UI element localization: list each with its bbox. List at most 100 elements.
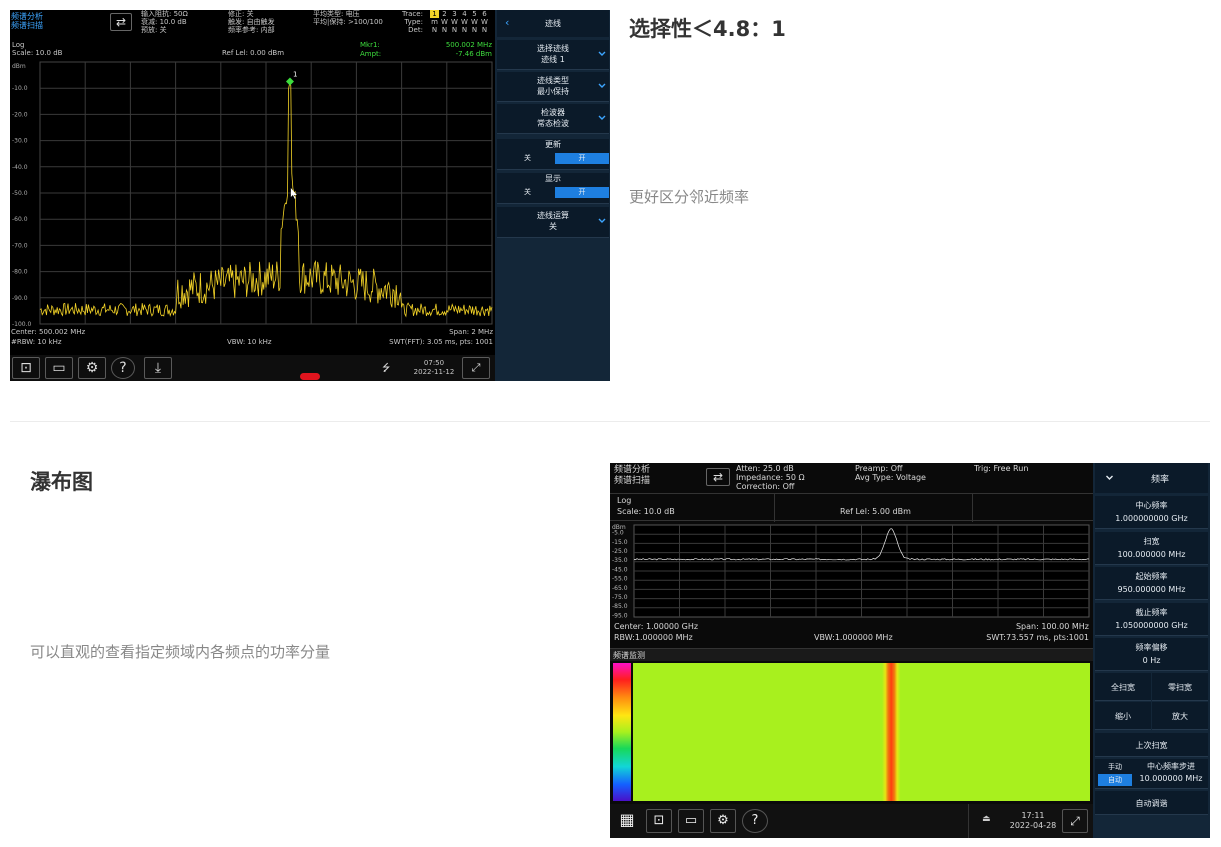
y-tick-label: -80.0 xyxy=(12,269,28,276)
display-on[interactable]: 开 xyxy=(555,187,609,198)
trace-math-button[interactable]: 迹线运算 关 xyxy=(497,207,609,238)
trace-5-det: N xyxy=(471,26,478,34)
settings-icon[interactable]: ⚙ xyxy=(78,357,106,379)
spectrum-plot[interactable]: dBm -10.0 -20.0 -30.0 -40.0 -50.0 -60.0 -70.0 -8… xyxy=(10,60,495,328)
full-span-button[interactable]: 全扫宽 xyxy=(1095,673,1151,701)
y-tick-label: -20.0 xyxy=(12,111,28,118)
trace-4-det: N xyxy=(461,26,468,34)
trace-status-grid: 123456mWWWWWNNNNNN xyxy=(430,10,494,36)
y-tick-label: -90.0 xyxy=(12,295,28,302)
update-on[interactable]: 开 xyxy=(555,153,609,164)
menu-item-4[interactable]: 截止频率 1.050000000 GHz xyxy=(1095,602,1208,636)
last-span-button[interactable]: 上次扫宽 xyxy=(1095,733,1208,757)
trace-6-type: W xyxy=(481,18,488,26)
update-toggle[interactable]: 更新 关 开 xyxy=(497,139,609,170)
manual-option[interactable]: 手动 xyxy=(1098,761,1132,773)
chevron-down-icon xyxy=(598,83,606,88)
trace-6-det: N xyxy=(481,26,488,34)
waterfall-header: 频谱监测 xyxy=(610,648,1093,661)
zero-span-button[interactable]: 零扫宽 xyxy=(1152,673,1208,701)
repeat-sweep-icon[interactable]: ⇄ xyxy=(110,13,132,31)
menu-item-label: 迹线类型 xyxy=(537,76,569,85)
trace-1-type: m xyxy=(431,18,438,26)
help-icon[interactable]: ? xyxy=(111,357,135,379)
input-settings: 输入阻抗: 50Ω 衰减: 10.0 dB 预放: 关 xyxy=(141,10,188,34)
menu-item-value: 0 Hz xyxy=(1142,656,1161,665)
display-toggle[interactable]: 显示 关 开 xyxy=(497,173,609,204)
trigger-settings: Trig: Free Run xyxy=(974,464,1029,473)
menu-item-5[interactable]: 频率偏移 0 Hz xyxy=(1095,638,1208,671)
settings-icon[interactable]: ⚙ xyxy=(710,809,736,833)
update-off[interactable]: 关 xyxy=(500,153,555,164)
trace-4-type: W xyxy=(461,18,468,26)
menu-item-label: 检波器 xyxy=(541,108,565,117)
menu-item-value: 1.050000000 GHz xyxy=(1115,620,1188,630)
fullscreen-icon[interactable]: ⤢ xyxy=(1062,809,1088,833)
vbw: VBW: 10 kHz xyxy=(227,338,272,346)
chevron-down-icon xyxy=(598,218,606,223)
zoom-in-button[interactable]: 放大 xyxy=(1152,702,1208,730)
section1-description: 更好区分邻近频率 xyxy=(629,188,750,206)
trace-4-num: 4 xyxy=(462,10,467,18)
usb-icon: ⏏ xyxy=(982,814,991,824)
menu-item-1[interactable]: 中心频率 1.000000000 GHz xyxy=(1095,496,1208,529)
repeat-sweep-icon[interactable]: ⇄ xyxy=(706,468,730,486)
ampt-label: Ampt: xyxy=(360,50,382,58)
menu-item-1[interactable]: 选择迹线 迹线 1 xyxy=(497,40,609,70)
trace-3-type: W xyxy=(451,18,458,26)
y-tick-label: -60.0 xyxy=(12,216,28,223)
chevron-down-icon xyxy=(598,115,606,120)
folder-icon[interactable]: ▭ xyxy=(678,809,704,833)
cf-step-button[interactable]: 手动 自动 中心频率步进 10.000000 MHz xyxy=(1095,759,1208,789)
chevron-down-icon[interactable] xyxy=(1105,474,1114,482)
trace-legend-labels: Trace: Type: Det: xyxy=(402,10,423,34)
menu-item-value: 950.000000 MHz xyxy=(1117,585,1186,594)
auto-tune-button[interactable]: 自动调谐 xyxy=(1095,791,1208,815)
trace-3-num: 3 xyxy=(452,10,457,18)
y-tick-label: -10.0 xyxy=(12,85,28,92)
menu-item-label: 频率偏移 xyxy=(1135,643,1168,652)
menu-item-3[interactable]: 检波器 常态检波 xyxy=(497,104,609,134)
spectrum-plot[interactable]: dBm-5.0-15.0-25.0-35.0-45.0-55.0-65.0-75… xyxy=(610,521,1093,621)
section2-title: 瀑布图 xyxy=(30,470,93,494)
grid-menu-icon[interactable]: ▦ xyxy=(614,809,640,833)
auto-option[interactable]: 自动 xyxy=(1098,774,1132,786)
menu-item-label: 扫宽 xyxy=(1143,536,1160,546)
screenshot-icon[interactable]: ⊡ xyxy=(646,809,672,833)
download-icon[interactable]: ⤓ xyxy=(144,357,172,379)
y-unit-label: dBm xyxy=(12,63,26,70)
rbw: RBW:1.000000 MHz xyxy=(614,633,693,642)
span: Span: 2 MHz xyxy=(449,328,493,336)
menu-item-2[interactable]: 扫宽 100.000000 MHz xyxy=(1095,531,1208,565)
status-header: 频谱分析 频谱扫描 ⇄ 输入阻抗: 50Ω 衰减: 10.0 dB 预放: 关 修… xyxy=(10,10,495,40)
y-tick-label: -85.0 xyxy=(612,603,628,610)
y-tick-label: -55.0 xyxy=(612,576,628,583)
menu-item-label: 中心频率 xyxy=(1135,501,1168,510)
y-tick-label: -25.0 xyxy=(612,548,628,555)
display-off[interactable]: 关 xyxy=(500,187,555,198)
folder-icon[interactable]: ▭ xyxy=(45,357,73,379)
y-tick-label: -100.0 xyxy=(12,321,32,328)
trace-math-value: 关 xyxy=(549,222,557,231)
waterfall-display[interactable] xyxy=(633,663,1090,801)
help-icon[interactable]: ? xyxy=(742,809,768,833)
bottom-toolbar: ⊡ ▭ ⚙ ? ⤓ ⭍ 07:50 2022-11-12 ⤢ xyxy=(10,355,495,381)
span: Span: 100.00 MHz xyxy=(1015,622,1089,631)
clock-date: 2022-04-28 xyxy=(1009,821,1057,830)
menu-item-value: 迹线 1 xyxy=(541,55,565,64)
zoom-out-button[interactable]: 缩小 xyxy=(1095,702,1151,730)
marker-label: Mkr1: xyxy=(360,41,380,49)
screenshot-icon[interactable]: ⊡ xyxy=(12,357,40,379)
menu-item-2[interactable]: 迹线类型 最小保持 xyxy=(497,72,609,102)
menu-item-3[interactable]: 起始频率 950.000000 MHz xyxy=(1095,567,1208,600)
trace-1-det: N xyxy=(431,26,438,34)
update-label: 更新 xyxy=(545,140,561,149)
menu-header: 频率 xyxy=(1095,463,1208,493)
fullscreen-icon[interactable]: ⤢ xyxy=(462,357,490,379)
y-tick-label: -50.0 xyxy=(12,190,28,197)
section-divider xyxy=(10,421,1210,422)
vbw: VBW:1.000000 MHz xyxy=(814,633,893,642)
y-tick-label: -5.0 xyxy=(612,530,624,537)
waterfall-label: 频谱监测 xyxy=(613,651,645,660)
bottom-toolbar: ▦ ⊡ ▭ ⚙ ? ⏏ 17:11 2022-04-28 ⤢ xyxy=(610,804,1093,838)
